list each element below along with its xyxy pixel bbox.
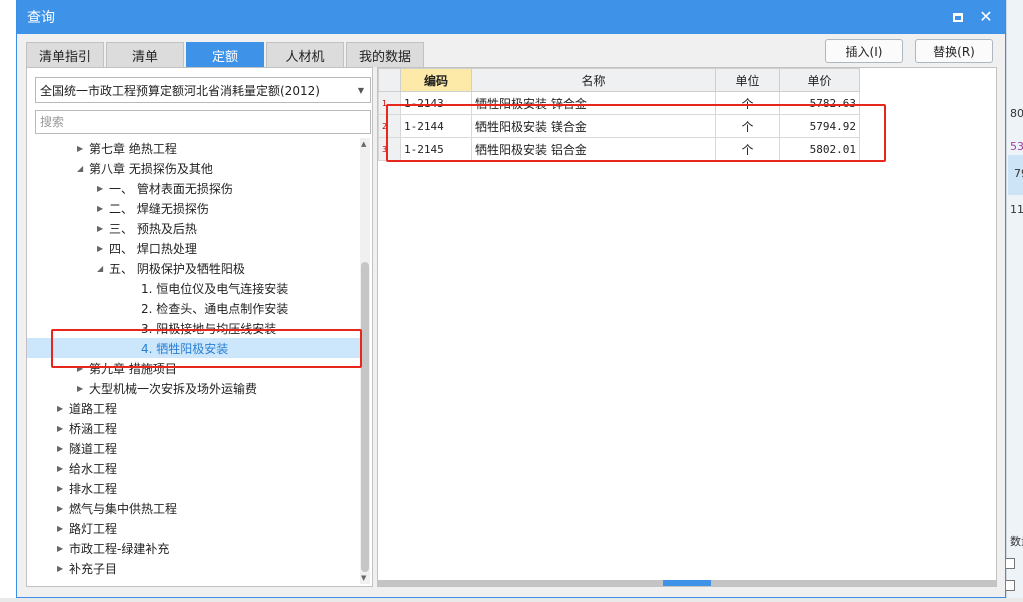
column-header-name[interactable]: 名称 [471, 68, 716, 92]
caret-collapsed-icon[interactable]: ▶ [57, 564, 69, 573]
row-number-header [378, 68, 401, 92]
tree-item-label: 补充子目 [69, 561, 118, 576]
tab-quota[interactable]: 定额 [186, 42, 264, 67]
tree-item[interactable]: ▶ 道路工程 [57, 398, 117, 418]
caret-collapsed-icon[interactable]: ▶ [57, 524, 69, 533]
tree-item-label: 道路工程 [69, 401, 118, 416]
tab-labor-material-machine[interactable]: 人材机 [266, 42, 344, 67]
caret-collapsed-icon[interactable]: ▶ [57, 444, 69, 453]
annotation-box-results [386, 104, 886, 162]
replace-button[interactable]: 替换(R) [915, 39, 993, 63]
tree-item[interactable]: ▶ 路灯工程 [57, 518, 117, 538]
caret-collapsed-icon[interactable]: ▶ [57, 424, 69, 433]
tree-item[interactable]: 2. 检查头、通电点制作安装 [117, 298, 288, 318]
tree-item[interactable]: ◢ 五、 阴极保护及牺牲阳极 [97, 258, 245, 278]
background-cell: 115 [1010, 203, 1023, 216]
caret-collapsed-icon[interactable]: ▶ [97, 184, 109, 193]
tree-item-label: 第八章 无损探伤及其他 [89, 161, 213, 176]
tree-item-label: 给水工程 [69, 461, 118, 476]
dialog-titlebar: 查询 ✕ [17, 0, 1005, 34]
caret-collapsed-icon[interactable]: ▶ [77, 144, 89, 153]
tree-item-label: 排水工程 [69, 481, 118, 496]
tab-bar: 清单指引 清单 定额 人材机 我的数据 [26, 42, 424, 67]
column-header-unit[interactable]: 单位 [715, 68, 780, 92]
tree-item-label: 隧道工程 [69, 441, 118, 456]
tree-item[interactable]: ▶ 一、 管材表面无损探伤 [97, 178, 233, 198]
column-header-price[interactable]: 单价 [779, 68, 860, 92]
tree-item-label: 第七章 绝热工程 [89, 141, 177, 156]
insert-button[interactable]: 插入(I) [825, 39, 903, 63]
bottom-strip [0, 598, 1023, 602]
background-app-strip [1006, 0, 1023, 602]
tree-item[interactable]: ▶ 补充子目 [57, 558, 117, 578]
grid-horizontal-scrollbar[interactable] [378, 580, 996, 586]
caret-collapsed-icon[interactable]: ▶ [77, 384, 89, 393]
chevron-down-icon: ▼ [357, 86, 364, 95]
tree-item[interactable]: 1. 恒电位仪及电气连接安装 [117, 278, 288, 298]
tree-item[interactable]: ▶ 燃气与集中供热工程 [57, 498, 177, 518]
tree-item[interactable]: ▶ 四、 焊口热处理 [97, 238, 197, 258]
close-button[interactable]: ✕ [979, 7, 993, 26]
tree-item-label: 三、 预热及后热 [109, 221, 197, 236]
tab-list[interactable]: 清单 [106, 42, 184, 67]
scrollbar-thumb[interactable] [361, 262, 369, 572]
caret-collapsed-icon[interactable]: ▶ [97, 204, 109, 213]
quota-library-select[interactable]: 全国统一市政工程预算定额河北省消耗量定额(2012) ▼ [35, 77, 371, 103]
tree-item[interactable]: ▶ 隧道工程 [57, 438, 117, 458]
maximize-icon [953, 12, 963, 22]
background-label: 数量 [1010, 535, 1023, 548]
caret-collapsed-icon[interactable]: ▶ [57, 464, 69, 473]
tree-item-label: 桥涵工程 [69, 421, 118, 436]
tree-item-label: 路灯工程 [69, 521, 118, 536]
quota-library-value: 全国统一市政工程预算定额河北省消耗量定额(2012) [40, 83, 320, 98]
tree-item[interactable]: ▶ 二、 焊缝无损探伤 [97, 198, 209, 218]
caret-collapsed-icon[interactable]: ▶ [57, 544, 69, 553]
search-input[interactable] [35, 110, 371, 134]
tree-item-label: 五、 阴极保护及牺牲阳极 [109, 261, 245, 276]
caret-collapsed-icon[interactable]: ▶ [57, 504, 69, 513]
caret-expanded-icon[interactable]: ◢ [77, 164, 89, 173]
tab-list-guide[interactable]: 清单指引 [26, 42, 104, 67]
background-cell: 79 [1008, 155, 1023, 195]
tree-item[interactable]: ▶ 第七章 绝热工程 [77, 138, 177, 158]
caret-expanded-icon[interactable]: ◢ [97, 264, 109, 273]
tree-item-label: 市政工程-绿建补充 [69, 541, 170, 556]
column-header-code[interactable]: 编码 [400, 68, 472, 92]
quota-tree-panel: 全国统一市政工程预算定额河北省消耗量定额(2012) ▼ ▶第七章 绝热工程◢第… [26, 67, 373, 587]
caret-collapsed-icon[interactable]: ▶ [57, 404, 69, 413]
tree-item-label: 大型机械一次安拆及场外运输费 [89, 381, 258, 396]
maximize-button[interactable] [951, 10, 965, 24]
tree-item[interactable]: ▶ 三、 预热及后热 [97, 218, 197, 238]
caret-collapsed-icon[interactable]: ▶ [57, 484, 69, 493]
caret-collapsed-icon[interactable]: ▶ [97, 224, 109, 233]
tree-item[interactable]: ▶ 给水工程 [57, 458, 117, 478]
caret-collapsed-icon[interactable]: ▶ [97, 244, 109, 253]
tree-item[interactable]: ◢ 第八章 无损探伤及其他 [77, 158, 213, 178]
tree-item[interactable]: ▶ 市政工程-绿建补充 [57, 538, 169, 558]
tree-item-label: 2. 检查头、通电点制作安装 [141, 301, 289, 316]
tree-item[interactable]: ▶ 排水工程 [57, 478, 117, 498]
tree-item[interactable]: ▶ 大型机械一次安拆及场外运输费 [77, 378, 257, 398]
tree-item-label: 四、 焊口热处理 [109, 241, 197, 256]
tree-item[interactable]: ▶ 桥涵工程 [57, 418, 117, 438]
background-cell: 80 [1010, 107, 1023, 120]
scroll-up-icon[interactable]: ▲ [361, 140, 366, 148]
scrollbar-thumb[interactable] [663, 580, 711, 586]
tree-item-label: 二、 焊缝无损探伤 [109, 201, 209, 216]
tree-item-label: 燃气与集中供热工程 [69, 501, 178, 516]
tree-item-label: 一、 管材表面无损探伤 [109, 181, 233, 196]
scroll-down-icon[interactable]: ▼ [361, 574, 366, 582]
query-dialog: 查询 ✕ 清单指引 清单 定额 人材机 我的数据 插入(I) 替换(R) 全国统… [16, 0, 1006, 598]
tab-my-data[interactable]: 我的数据 [346, 42, 424, 67]
dialog-title: 查询 [27, 10, 55, 26]
tree-item-label: 1. 恒电位仪及电气连接安装 [141, 281, 289, 296]
annotation-box-tree-selection [51, 329, 362, 368]
close-icon: ✕ [979, 7, 993, 26]
background-cell: 53 [1010, 140, 1023, 153]
